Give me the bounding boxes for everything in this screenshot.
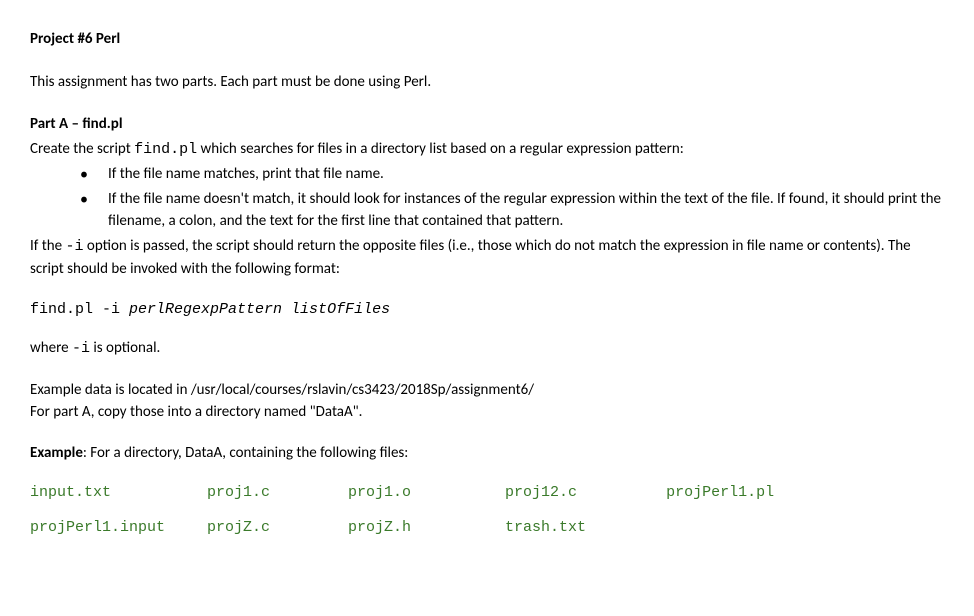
where-1: where [30, 339, 72, 357]
file-name: projPerl1.input [30, 517, 198, 540]
intro-text: This assignment has two parts. Each part… [30, 71, 944, 94]
file-name: input.txt [30, 482, 198, 505]
example-heading: Example: For a directory, DataA, contain… [30, 442, 944, 465]
create-text-1: Create the script [30, 140, 134, 158]
bullet-item: If the file name doesn't match, it shoul… [80, 188, 944, 233]
opt-text-1: If the [30, 237, 66, 255]
part-a-heading: Part A – find.pl [30, 113, 944, 136]
create-line: Create the script find.pl which searches… [30, 138, 944, 162]
file-row: input.txt proj1.c proj1.o proj12.c projP… [30, 482, 944, 505]
file-name: projZ.c [207, 517, 339, 540]
file-name: proj1.o [348, 482, 496, 505]
file-name: projPerl1.pl [666, 482, 774, 505]
where-code: -i [72, 340, 90, 357]
project-title: Project #6 Perl [30, 28, 944, 51]
where-line: where -i is optional. [30, 337, 944, 361]
file-listing: input.txt proj1.c proj1.o proj12.c projP… [30, 482, 944, 539]
file-name: projZ.h [348, 517, 496, 540]
invoke-args: perlRegexpPattern listOfFiles [129, 301, 390, 318]
create-text-2: which searches for files in a directory … [197, 140, 684, 158]
invoke-cmd: find.pl -i [30, 301, 129, 318]
create-code: find.pl [134, 141, 197, 158]
file-row: projPerl1.input projZ.c projZ.h trash.tx… [30, 517, 944, 540]
example-rest: : For a directory, DataA, containing the… [83, 444, 408, 462]
bullet-item: If the file name matches, print that fil… [80, 163, 944, 186]
example-location: Example data is located in /usr/local/co… [30, 379, 944, 402]
option-line: If the -i option is passed, the script s… [30, 235, 944, 281]
file-name: trash.txt [505, 517, 657, 540]
bullet-list: If the file name matches, print that fil… [30, 163, 944, 233]
where-2: is optional. [90, 339, 160, 357]
opt-code: -i [66, 238, 84, 255]
opt-text-2: option is passed, the script should retu… [30, 237, 911, 279]
file-name: proj1.c [207, 482, 339, 505]
invoke-command: find.pl -i perlRegexpPattern listOfFiles [30, 299, 944, 322]
example-bold: Example [30, 444, 83, 462]
file-name: proj12.c [505, 482, 657, 505]
example-copy: For part A, copy those into a directory … [30, 401, 944, 424]
